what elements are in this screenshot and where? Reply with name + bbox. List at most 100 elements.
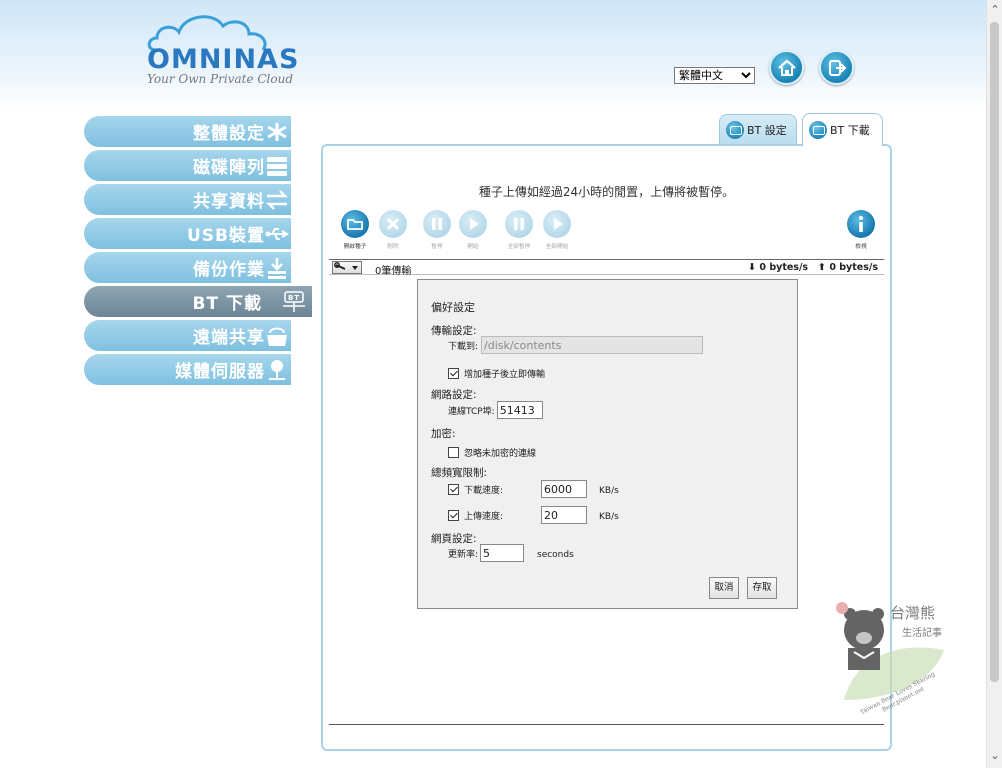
sidebar-item-backup[interactable]: 備份作業 — [84, 252, 291, 283]
wrench-icon — [334, 262, 358, 270]
download-arrow-icon: ⬇ — [748, 262, 757, 273]
tcp-port-label: 連線TCP埠: — [448, 406, 495, 417]
sidebar-item-label: 共享資料 — [193, 192, 265, 212]
ignore-unencrypted-label: 忽略未加密的連線 — [464, 449, 537, 459]
panel-divider — [329, 724, 884, 725]
upload-speed-label: 上傳速度: — [464, 511, 504, 522]
bt-download-tab-icon — [809, 121, 827, 139]
download-speed-row: 下載速度: — [448, 480, 588, 498]
refresh-unit: seconds — [537, 550, 574, 560]
download-to-label: 下載到: — [448, 341, 479, 352]
backup-icon — [268, 258, 286, 279]
upload-speed-row: 上傳速度: — [448, 506, 588, 524]
folder-open-icon — [347, 219, 363, 230]
sidebar-item-system-settings[interactable]: 整體設定 — [84, 116, 291, 147]
sidebar-item-label: 遠端共享 — [193, 328, 265, 348]
sidebar-item-usb[interactable]: USB裝置 — [84, 218, 291, 249]
remove-icon — [386, 217, 400, 231]
download-speed-checkbox[interactable] — [448, 483, 459, 495]
tab-bt-download[interactable]: BT 下載 — [802, 113, 883, 146]
cancel-button[interactable]: 取消 — [709, 577, 739, 599]
upload-arrow-icon: ⬆ — [818, 262, 826, 273]
bt-settings-tab-icon — [726, 121, 744, 139]
scroll-up-icon[interactable]: ⌃ — [987, 2, 1002, 18]
logout-button[interactable] — [819, 50, 854, 85]
svg-text:BT: BT — [288, 294, 300, 302]
pause-icon — [432, 218, 442, 230]
sidebar-item-disk-array[interactable]: 磁碟陣列 — [84, 150, 291, 181]
disk-array-icon — [267, 157, 287, 176]
inspect-button[interactable]: 檢視 — [843, 210, 879, 250]
tab-label: BT 設定 — [747, 124, 787, 137]
language-select[interactable]: 繁體中文 — [674, 67, 755, 84]
encryption-section-label: 加密: — [431, 428, 456, 440]
bt-icon: BT — [283, 291, 305, 312]
home-icon — [778, 59, 796, 76]
remote-share-icon — [267, 327, 287, 346]
start-when-added-row: 增加種子後立即傳輸 — [448, 367, 545, 380]
pause-button[interactable]: 暫停 — [419, 210, 455, 250]
idle-notice: 種子上傳如經過24小時的閒置，上傳將被暫停。 — [478, 185, 735, 199]
brand-tagline: Your Own Private Cloud — [147, 72, 294, 86]
dialog-title: 偏好設定 — [431, 301, 475, 314]
sidebar-item-label: 備份作業 — [193, 260, 265, 280]
sidebar-item-label: USB裝置 — [186, 226, 265, 246]
sidebar-item-label: BT 下載 — [192, 294, 262, 314]
tcp-port-row: 連線TCP埠: — [448, 401, 543, 419]
brand-name: OMNINAS — [147, 44, 300, 75]
download-to-row: 下載到: — [448, 336, 704, 354]
settings-icon — [267, 123, 287, 141]
settings-menu-button[interactable] — [332, 261, 362, 274]
watermark-subtitle: 生活記事 — [902, 628, 942, 639]
status-bar: 0筆傳輸 ⬇ 0 bytes/s ⬆ 0 bytes/s — [329, 259, 884, 277]
download-speed-field[interactable] — [541, 480, 588, 498]
open-torrent-button[interactable]: 開啟種子 — [337, 210, 373, 250]
sidebar-item-label: 整體設定 — [193, 124, 265, 144]
start-when-added-label: 增加種子後立即傳輸 — [464, 370, 546, 380]
home-button[interactable] — [769, 50, 804, 85]
refresh-field[interactable] — [480, 544, 525, 562]
start-button[interactable]: 開始 — [455, 210, 491, 250]
logout-icon — [829, 60, 847, 76]
scroll-thumb[interactable] — [990, 22, 999, 682]
transfer-count: 0筆傳輸 — [375, 266, 412, 277]
usb-icon — [265, 228, 289, 240]
sidebar-nav: 整體設定 磁碟陣列 共享資料 USB裝置 備份作業 BT 下載 BT 遠端共享 … — [84, 116, 314, 388]
tab-bt-settings[interactable]: BT 設定 — [719, 114, 797, 145]
sidebar-item-media-server[interactable]: 媒體伺服器 — [84, 354, 291, 385]
info-icon — [859, 216, 863, 232]
page-scrollbar[interactable]: ⌃ ⌄ — [986, 0, 1002, 768]
sidebar-item-shared-data[interactable]: 共享資料 — [84, 184, 291, 215]
refresh-label: 更新率: — [448, 549, 479, 560]
start-when-added-checkbox[interactable] — [448, 368, 459, 379]
start-all-button[interactable]: 全部開始 — [539, 210, 575, 250]
ignore-unencrypted-checkbox[interactable] — [448, 447, 459, 458]
upload-speed-checkbox[interactable] — [448, 509, 459, 521]
save-button[interactable]: 存取 — [747, 577, 777, 599]
transfer-toolbar: 開啟種子 刪除 暫停 開始 全部暫停 全部開始 檢視 — [337, 210, 882, 254]
sidebar-item-remote-share[interactable]: 遠端共享 — [84, 320, 291, 351]
scroll-down-icon[interactable]: ⌄ — [987, 748, 1002, 764]
upload-speed-field[interactable] — [541, 506, 588, 524]
tab-label: BT 下載 — [830, 124, 870, 137]
media-server-icon — [269, 360, 285, 380]
pause-all-icon — [514, 218, 524, 230]
network-section-label: 網路設定: — [431, 389, 477, 401]
download-to-field[interactable] — [481, 336, 704, 354]
upload-rate: 0 bytes/s — [829, 262, 878, 273]
watermark-title: 台灣熊 — [890, 604, 936, 622]
ignore-unencrypted-row: 忽略未加密的連線 — [448, 446, 536, 459]
omninas-logo: OMNINAS Your Own Private Cloud — [145, 12, 298, 92]
pause-all-button[interactable]: 全部暫停 — [501, 210, 537, 250]
taiwan-bear-watermark: 台灣熊 生活記事 Taiwan Bear Loves Sharing Bear.… — [834, 600, 954, 716]
refresh-row: 更新率: — [448, 544, 525, 562]
download-speed-unit: KB/s — [599, 486, 619, 496]
download-rate: 0 bytes/s — [759, 262, 809, 273]
bandwidth-section-label: 總頻寬限制: — [431, 467, 488, 479]
tcp-port-field[interactable] — [496, 401, 543, 419]
transfer-rates: ⬇ 0 bytes/s ⬆ 0 bytes/s — [748, 262, 878, 273]
remove-button[interactable]: 刪除 — [375, 210, 411, 250]
sidebar-item-label: 媒體伺服器 — [175, 362, 265, 382]
sidebar-item-bt-download[interactable]: BT 下載 BT — [84, 286, 312, 317]
upload-speed-unit: KB/s — [599, 512, 619, 522]
